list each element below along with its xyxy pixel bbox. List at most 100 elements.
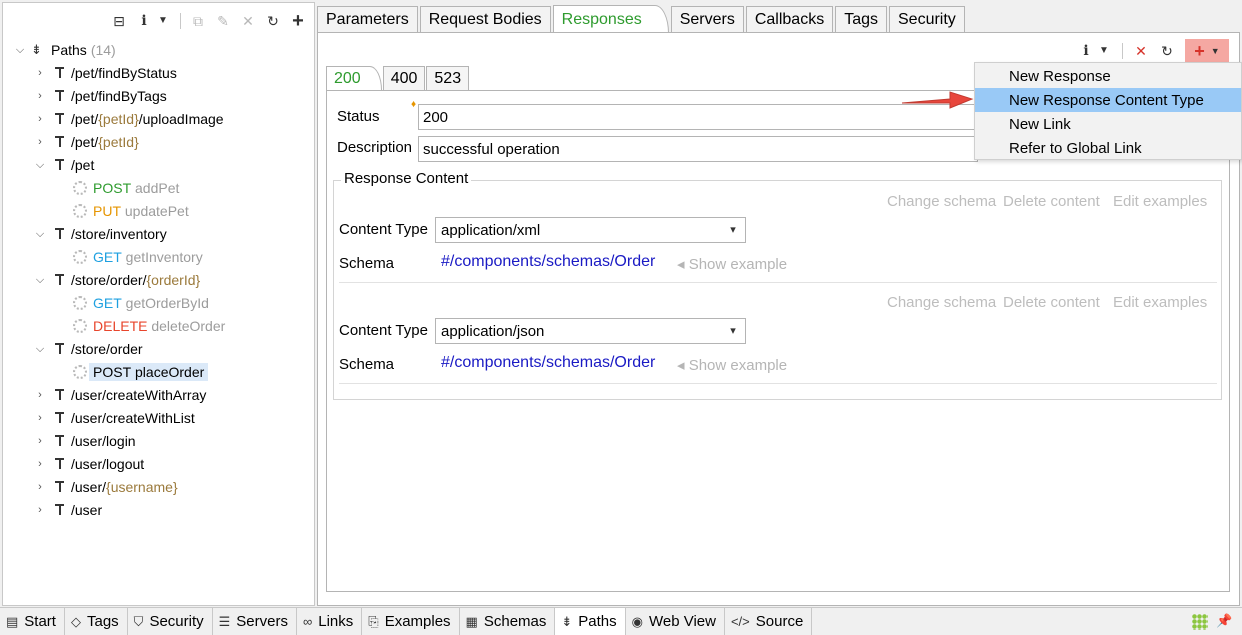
tree-item-path[interactable]: › /user/logout — [33, 453, 144, 475]
add-icon[interactable]: + — [290, 11, 306, 31]
response-tab-200[interactable]: 200 — [326, 66, 382, 90]
tree-item-path[interactable]: › /pet/{petId}/uploadImage — [33, 108, 223, 130]
tree-item-path[interactable]: › /user — [33, 499, 102, 521]
chevron-down-icon[interactable]: ⌵ — [13, 44, 27, 57]
tree-item-path[interactable]: › /user/{username} — [33, 476, 177, 498]
bottom-tab-security[interactable]: ⛉ Security — [128, 608, 213, 635]
chevron-down-icon: ▼ — [1210, 46, 1220, 56]
chevron-right-icon[interactable]: › — [33, 504, 47, 516]
chevron-right-icon[interactable]: › — [33, 113, 47, 125]
tree-item-path[interactable]: ⌵ /pet — [33, 154, 95, 176]
tree-item-path[interactable]: ⌵ /store/order — [33, 338, 143, 360]
edit-examples-link[interactable]: Edit examples — [1113, 294, 1207, 311]
path-param: {orderId} — [146, 272, 201, 288]
show-example-link[interactable]: ◂ Show example — [677, 356, 787, 374]
gear-icon — [73, 365, 87, 379]
menu-item-new-link[interactable]: New Link — [975, 112, 1241, 136]
chevron-right-icon[interactable]: › — [33, 67, 47, 79]
bottom-tab-web-view[interactable]: ◉ Web View — [626, 608, 725, 635]
path-label: /user/createWithList — [71, 410, 195, 426]
change-schema-link[interactable]: Change schema — [887, 294, 996, 311]
schema-link[interactable]: #/components/schemas/Order — [441, 253, 655, 271]
chevron-down-icon: ▾ — [730, 325, 736, 337]
tree-item-path[interactable]: ⌵ /store/order/{orderId} — [33, 269, 200, 291]
path-label: /user/logout — [71, 456, 145, 472]
pin-icon[interactable]: 📌 — [1216, 613, 1232, 629]
chevron-down-icon[interactable]: ⌵ — [33, 343, 47, 356]
operation-label: getOrderById — [125, 295, 209, 311]
refresh-icon[interactable]: ↻ — [265, 13, 281, 29]
tree-item-path[interactable]: ⌵ /store/inventory — [33, 223, 167, 245]
edit-icon[interactable]: ✎ — [215, 13, 231, 29]
chevron-down-icon[interactable]: ⌵ — [33, 159, 47, 172]
chevron-right-icon[interactable]: › — [33, 435, 47, 447]
status-field[interactable]: 200 — [418, 104, 978, 130]
tree-item-operation[interactable]: GET getOrderById — [69, 292, 209, 314]
tab-label: Security — [149, 613, 204, 630]
tab-servers[interactable]: Servers — [670, 6, 744, 32]
change-schema-link[interactable]: Change schema — [887, 193, 996, 210]
show-example-link[interactable]: ◂ Show example — [677, 255, 787, 273]
tree-item-operation[interactable]: POST addPet — [69, 177, 179, 199]
bottom-tab-paths[interactable]: ⇟ Paths — [555, 608, 626, 635]
add-dropdown-button[interactable]: + ▼ — [1185, 39, 1229, 63]
delete-icon[interactable]: ✕ — [1133, 43, 1149, 59]
path-icon — [53, 410, 67, 426]
tree-item-path[interactable]: › /pet/findByTags — [33, 85, 167, 107]
tab-security[interactable]: Security — [889, 6, 965, 32]
chevron-right-icon[interactable]: › — [33, 412, 47, 424]
tab-tags[interactable]: Tags — [835, 6, 887, 32]
tab-parameters[interactable]: Parameters — [317, 6, 418, 32]
tab-request-bodies[interactable]: Request Bodies — [419, 6, 551, 32]
chevron-right-icon[interactable]: › — [33, 90, 47, 102]
info-icon[interactable]: i — [136, 13, 152, 29]
info-icon[interactable]: i — [1078, 43, 1094, 59]
response-tab-400[interactable]: 400 — [382, 66, 426, 90]
chevron-right-icon[interactable]: › — [33, 136, 47, 148]
tree-root-paths[interactable]: ⌵ ⇟ Paths (14) — [13, 39, 116, 61]
tree-item-operation[interactable]: PUT updatePet — [69, 200, 189, 222]
tree-item-path[interactable]: › /user/createWithList — [33, 407, 195, 429]
bottom-tab-links[interactable]: ∞ Links — [297, 608, 363, 635]
tree-item-path[interactable]: › /pet/findByStatus — [33, 62, 177, 84]
description-field[interactable]: successful operation — [418, 136, 978, 162]
path-param: {petId} — [98, 111, 139, 127]
bottom-tab-schemas[interactable]: ▦ Schemas — [460, 608, 556, 635]
grid-icon[interactable] — [1192, 614, 1208, 630]
copy-icon[interactable]: ⧉ — [190, 13, 206, 29]
bottom-tab-start[interactable]: ▤ Start — [0, 608, 65, 635]
tree-item-operation-selected[interactable]: POST placeOrder — [69, 361, 209, 383]
bottom-tab-servers[interactable]: ☰ Servers — [213, 608, 297, 635]
delete-content-link[interactable]: Delete content — [1003, 294, 1100, 311]
schema-link[interactable]: #/components/schemas/Order — [441, 354, 655, 372]
collapse-all-icon[interactable]: ⊟ — [111, 13, 127, 29]
chevron-down-icon[interactable]: ⌵ — [33, 274, 47, 287]
bottom-tab-source[interactable]: </> Source — [725, 608, 813, 635]
menu-item-refer-to-global-link[interactable]: Refer to Global Link — [975, 136, 1241, 160]
dropdown-icon[interactable]: ▼ — [1096, 43, 1112, 59]
delete-content-link[interactable]: Delete content — [1003, 193, 1100, 210]
tree-item-path[interactable]: › /user/createWithArray — [33, 384, 206, 406]
chevron-down-icon[interactable]: ⌵ — [33, 228, 47, 241]
dropdown-icon[interactable]: ▼ — [155, 13, 171, 29]
tab-callbacks[interactable]: Callbacks — [745, 6, 834, 32]
tree-item-operation[interactable]: DELETE deleteOrder — [69, 315, 225, 337]
tree-item-path[interactable]: › /user/login — [33, 430, 135, 452]
response-tab-523[interactable]: 523 — [426, 66, 470, 90]
menu-item-new-response-content-type[interactable]: New Response Content Type — [975, 88, 1241, 112]
content-type-select[interactable]: application/json ▾ — [435, 318, 746, 344]
edit-examples-link[interactable]: Edit examples — [1113, 193, 1207, 210]
tree-item-path[interactable]: › /pet/{petId} — [33, 131, 139, 153]
path-label: /pet/ — [71, 134, 99, 150]
delete-icon[interactable]: ✕ — [240, 13, 256, 29]
menu-item-new-response[interactable]: New Response — [975, 64, 1241, 88]
bottom-tab-tags[interactable]: ◇ Tags — [65, 608, 128, 635]
refresh-icon[interactable]: ↻ — [1159, 43, 1175, 59]
bottom-tab-examples[interactable]: ⎘ Examples — [362, 608, 460, 635]
chevron-right-icon[interactable]: › — [33, 458, 47, 470]
content-type-select[interactable]: application/xml ▾ — [435, 217, 746, 243]
tab-responses[interactable]: Responses — [552, 5, 669, 33]
tree-item-operation[interactable]: GET getInventory — [69, 246, 203, 268]
chevron-right-icon[interactable]: › — [33, 481, 47, 493]
chevron-right-icon[interactable]: › — [33, 389, 47, 401]
